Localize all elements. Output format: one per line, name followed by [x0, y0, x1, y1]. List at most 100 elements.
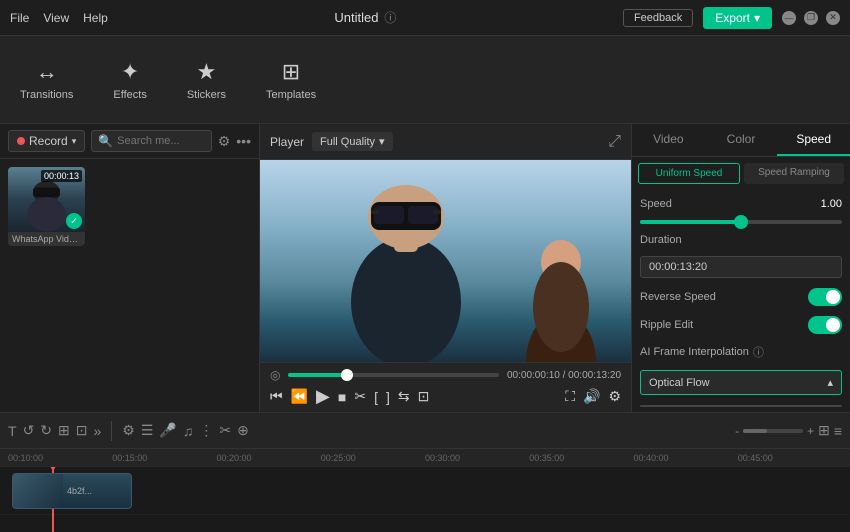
tl-cut-button[interactable]: ✂: [219, 422, 231, 439]
subtab-speed-ramping[interactable]: Speed Ramping: [744, 163, 844, 184]
tl-text-button[interactable]: T: [8, 423, 17, 439]
tl-export-frame-button[interactable]: ⊡: [76, 422, 88, 439]
window-controls: — ❐ ✕: [782, 11, 840, 25]
track-clip-video[interactable]: 4b2f...: [12, 473, 132, 509]
tl-more-button[interactable]: »: [94, 423, 102, 439]
toolbar-stickers[interactable]: ★ Stickers: [177, 53, 236, 107]
duration-label: Duration: [640, 234, 682, 246]
video-preview: [260, 160, 631, 362]
expand-icon[interactable]: ⤢: [608, 133, 621, 151]
tl-split-button[interactable]: ⊞: [58, 422, 70, 439]
titlebar-right: Feedback Export ▾ — ❐ ✕: [623, 7, 840, 29]
mark-in-button[interactable]: [: [374, 389, 378, 405]
stop-button[interactable]: ■: [338, 389, 346, 405]
ripple-edit-row: Ripple Edit: [640, 316, 842, 334]
quality-chevron-icon: ▾: [379, 135, 385, 148]
right-content: Speed 1.00 Duration 00:00:13:20 Reverse …: [632, 190, 850, 412]
document-title: Untitled: [334, 10, 378, 25]
title-info-icon: ⓘ: [384, 9, 396, 26]
speed-value: 1.00: [821, 198, 842, 210]
record-button[interactable]: Record ▾: [8, 130, 85, 152]
media-thumb-1[interactable]: 00:00:13 ✓ WhatsApp Video 2023-10-05...: [8, 167, 85, 246]
stickers-label: Stickers: [187, 89, 226, 101]
progress-start-icon: ◎: [270, 368, 280, 382]
stickers-icon: ★: [197, 59, 217, 85]
crop-button[interactable]: ⊡: [418, 388, 430, 405]
bg-child: [511, 202, 611, 362]
transitions-icon: ↔: [36, 59, 58, 85]
tab-video[interactable]: Video: [632, 124, 705, 156]
tl-settings-button[interactable]: ⚙: [122, 422, 135, 439]
zoom-track[interactable]: [743, 429, 803, 433]
ruler-mark-0: 00:10:00: [8, 453, 112, 463]
interpolation-dropdown[interactable]: Optical Flow ▴: [640, 370, 842, 395]
search-input[interactable]: [117, 135, 197, 147]
transitions-label: Transitions: [20, 89, 73, 101]
tl-marker-button[interactable]: ⊕: [237, 422, 249, 439]
more-icon[interactable]: •••: [236, 133, 251, 150]
play-button[interactable]: ▶: [316, 386, 330, 407]
effects-label: Effects: [113, 89, 146, 101]
reverse-speed-toggle[interactable]: [808, 288, 842, 306]
toolbar-effects[interactable]: ✦ Effects: [103, 53, 156, 107]
feedback-button[interactable]: Feedback: [623, 9, 693, 27]
speed-slider[interactable]: [640, 220, 842, 224]
fullscreen-button[interactable]: ⛶: [565, 388, 575, 405]
effects-icon: ✦: [121, 59, 139, 85]
maximize-button[interactable]: ❐: [804, 11, 818, 25]
ruler-mark-5: 00:35:00: [529, 453, 633, 463]
ruler-mark-2: 00:20:00: [217, 453, 321, 463]
menu-help[interactable]: Help: [83, 11, 108, 25]
menu-view[interactable]: View: [43, 11, 69, 25]
control-buttons: ⏮ ⏪ ▶ ■ ✂ [ ] ⇆ ⊡ ⛶ 🔊 ⚙: [270, 386, 621, 407]
main-layout: Record ▾ 🔍 ⚙ •••: [0, 124, 850, 412]
reverse-speed-row: Reverse Speed: [640, 288, 842, 306]
ai-info-icon[interactable]: ⓘ: [753, 344, 764, 360]
export-button[interactable]: Export ▾: [703, 7, 772, 29]
filter-icon[interactable]: ⚙: [218, 133, 231, 150]
toolbar-templates[interactable]: ⊞ Templates: [256, 53, 326, 107]
progress-bar[interactable]: [288, 373, 499, 377]
split-button[interactable]: ✂: [354, 388, 366, 405]
tl-voice-button[interactable]: ♫: [183, 423, 194, 439]
tl-grid-button[interactable]: ⊞: [818, 422, 830, 439]
toolbar-transitions[interactable]: ↔ Transitions: [10, 53, 83, 107]
speed-slider-fill: [640, 220, 741, 224]
settings-button[interactable]: ⚙: [608, 388, 621, 405]
minimize-button[interactable]: —: [782, 11, 796, 25]
speed-slider-thumb: [734, 215, 748, 229]
zoom-in-icon[interactable]: +: [807, 424, 814, 438]
ripple-edit-toggle-thumb: [826, 318, 840, 332]
skip-back-button[interactable]: ⏮: [270, 388, 283, 405]
thumb-name-1: WhatsApp Video 2023-10-05...: [8, 232, 85, 246]
volume-button[interactable]: 🔊: [583, 388, 600, 405]
progress-row: ◎ 00:00:00:10 / 00:00:13:20: [270, 368, 621, 382]
quality-select[interactable]: Full Quality ▾: [312, 132, 393, 151]
subtab-uniform-speed[interactable]: Uniform Speed: [638, 163, 740, 184]
tl-undo-button[interactable]: ↺: [23, 422, 35, 439]
search-box[interactable]: 🔍: [91, 130, 212, 152]
search-icon: 🔍: [98, 134, 113, 148]
ripple-edit-toggle[interactable]: [808, 316, 842, 334]
close-button[interactable]: ✕: [826, 11, 840, 25]
clip-label: 4b2f...: [63, 486, 96, 496]
tl-redo-button[interactable]: ↻: [40, 422, 52, 439]
zoom-out-icon[interactable]: -: [735, 424, 739, 438]
step-back-button[interactable]: ⏪: [291, 388, 308, 405]
tl-layout-button[interactable]: ≡: [834, 423, 842, 439]
tl-mic-button[interactable]: 🎤: [159, 422, 176, 439]
player-controls: ◎ 00:00:00:10 / 00:00:13:20 ⏮ ⏪ ▶ ■ ✂ [: [260, 362, 631, 412]
mark-out-button[interactable]: ]: [386, 389, 390, 405]
templates-icon: ⊞: [282, 59, 300, 85]
tab-color[interactable]: Color: [705, 124, 778, 156]
dropdown-item-frame-sampling[interactable]: Frame Sampling Default: [641, 406, 841, 407]
menu-file[interactable]: File: [10, 11, 29, 25]
duration-prop-row: Duration: [640, 234, 842, 246]
tab-speed[interactable]: Speed: [777, 124, 850, 156]
titlebar-left: File View Help: [10, 11, 108, 25]
edit-button[interactable]: ⇆: [398, 388, 410, 405]
tl-track-button[interactable]: ☰: [141, 422, 154, 439]
tl-snap-button[interactable]: ⋮: [199, 422, 213, 439]
duration-value[interactable]: 00:00:13:20: [640, 256, 842, 278]
export-chevron-icon: ▾: [754, 11, 760, 25]
